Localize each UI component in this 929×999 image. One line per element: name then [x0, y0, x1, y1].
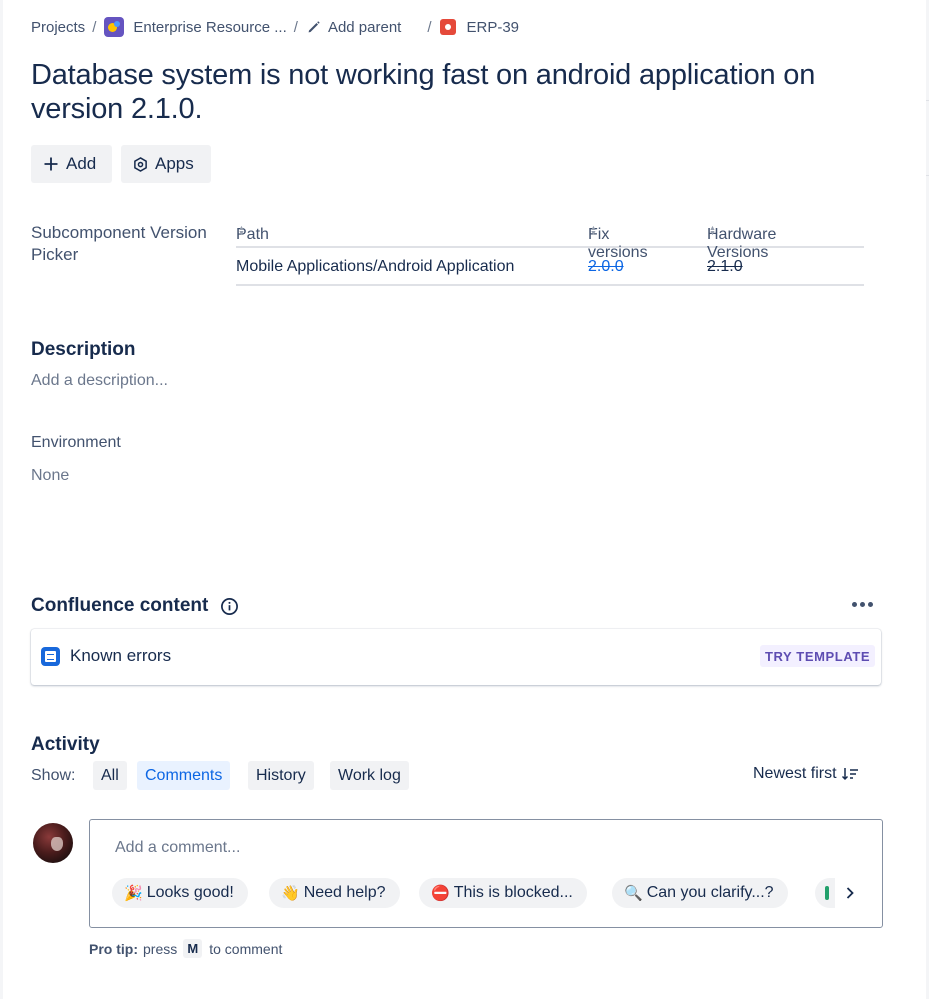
quick-reply-blocked[interactable]: ⛔ This is blocked...	[419, 878, 587, 908]
add-button[interactable]: Add	[31, 145, 112, 183]
sort-order-button[interactable]: Newest first	[753, 765, 859, 783]
environment-value[interactable]: None	[31, 467, 69, 485]
quick-reply-need-help[interactable]: 👋 Need help?	[269, 878, 400, 908]
pro-tip-suffix: to comment	[209, 940, 283, 957]
try-template-button[interactable]: TRY TEMPLATE	[760, 645, 876, 667]
sort-icon: ▲ ▼	[238, 225, 245, 237]
comment-input[interactable]: Add a comment... 🎉 Looks good! 👋 Need help…	[89, 819, 883, 928]
sort-icon: ▲ ▼	[709, 225, 716, 237]
breadcrumb: Projects / Enterprise Resource ... / Add…	[31, 16, 519, 38]
info-icon[interactable]	[220, 597, 239, 616]
filter-work-log-button[interactable]: Work log	[330, 761, 409, 790]
issue-title[interactable]: Database system is not working fast on a…	[31, 58, 891, 126]
confluence-page-icon	[41, 647, 60, 666]
chevron-right-icon[interactable]	[835, 878, 865, 908]
no-entry-emoji-icon: ⛔	[431, 885, 450, 902]
table-header: Path ▲ ▼ Fix versions ▲ ▼ Hardware Versions ▲…	[236, 220, 864, 261]
breadcrumb-separator: /	[293, 18, 298, 36]
confluence-item-name[interactable]: Known errors	[70, 646, 171, 666]
more-actions-icon[interactable]	[852, 602, 873, 607]
sort-icon: ▲ ▼	[590, 225, 597, 237]
apps-button-label: Apps	[155, 154, 194, 173]
pencil-icon	[306, 19, 322, 35]
filter-all-button[interactable]: All	[93, 761, 127, 790]
sort-order-label: Newest first	[753, 765, 837, 782]
pro-tip-press: press	[143, 940, 178, 957]
confluence-heading: Confluence content	[31, 595, 239, 617]
bug-issue-type-icon	[439, 19, 456, 35]
plus-icon	[44, 157, 58, 171]
subcomponent-field-label: Subcomponent Version Picker	[31, 223, 207, 264]
breadcrumb-add-parent[interactable]: Add parent	[328, 19, 401, 36]
filter-comments-button[interactable]: Comments	[137, 761, 231, 790]
description-field[interactable]: Add a description...	[31, 372, 168, 390]
pro-tip: Pro tip: press M to comment	[89, 939, 282, 958]
breadcrumb-separator: /	[427, 18, 432, 36]
sort-descending-icon	[841, 768, 858, 781]
add-button-label: Add	[66, 154, 97, 173]
activity-heading: Activity	[31, 734, 100, 755]
breadcrumb-project[interactable]: Enterprise Resource ...	[133, 19, 286, 36]
keyboard-shortcut-key: M	[183, 939, 203, 958]
magnifier-emoji-icon: 🔍	[624, 885, 643, 902]
pro-tip-label: Pro tip:	[89, 940, 138, 957]
wave-emoji-icon: 👋	[281, 885, 300, 902]
avatar	[33, 823, 73, 863]
breadcrumb-separator: /	[92, 18, 97, 36]
breadcrumb-issue-key[interactable]: ERP-39	[467, 19, 520, 36]
project-avatar-icon	[104, 17, 125, 37]
show-label: Show:	[31, 767, 76, 784]
breadcrumb-projects[interactable]: Projects	[31, 19, 85, 36]
party-emoji-icon: 🎉	[124, 885, 143, 902]
quick-reply-looks-good[interactable]: 🎉 Looks good!	[112, 878, 248, 908]
confluence-heading-text: Confluence content	[31, 595, 209, 616]
comment-placeholder: Add a comment...	[115, 839, 241, 856]
quick-reply-clarify[interactable]: 🔍 Can you clarify...?	[612, 878, 788, 908]
confluence-item-card[interactable]: Known errors TRY TEMPLATE	[31, 629, 881, 685]
table-row: Mobile Applications/Android Application …	[236, 248, 864, 286]
subcomponent-table: Path ▲ ▼ Fix versions ▲ ▼ Hardware Versions ▲…	[236, 220, 864, 286]
description-heading: Description	[31, 339, 136, 360]
left-panel-edge	[0, 0, 3, 999]
fix-version-link[interactable]: 2.0.0	[588, 258, 624, 276]
hardware-version-cell: 2.1.0	[707, 258, 743, 275]
filter-history-button[interactable]: History	[248, 761, 314, 790]
path-cell: Mobile Applications/Android Application	[236, 258, 515, 275]
apps-button[interactable]: Apps	[121, 145, 211, 183]
apps-icon	[134, 156, 147, 172]
environment-label: Environment	[31, 434, 121, 451]
